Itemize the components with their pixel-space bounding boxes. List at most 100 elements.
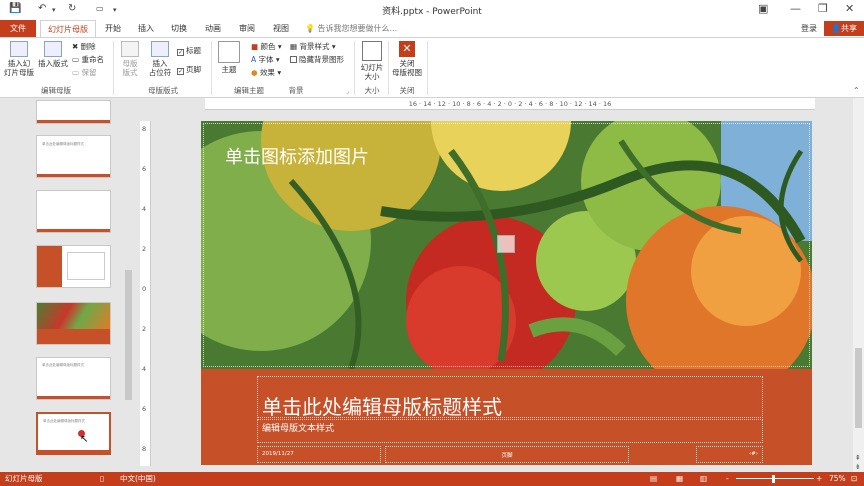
group-close-label: 关闭 xyxy=(399,86,415,95)
dialog-launcher-icon[interactable]: ⌟ xyxy=(346,88,349,95)
theme-button[interactable]: 主题 xyxy=(215,41,243,74)
group-edit-theme-label: 编辑主题 xyxy=(234,86,264,95)
reading-view-icon[interactable]: ▥ xyxy=(700,472,707,486)
prev-slide-icon[interactable]: ⇞ xyxy=(855,454,861,462)
theme-label: 主题 xyxy=(221,65,237,74)
thumbnail-scrollbar[interactable] xyxy=(124,100,133,470)
delete-label: 删除 xyxy=(80,42,96,51)
checkbox-icon xyxy=(290,56,297,63)
scrollbar-thumb[interactable] xyxy=(125,270,132,400)
tab-insert[interactable]: 插入 xyxy=(133,20,159,37)
lightbulb-icon: 💡 xyxy=(305,24,318,33)
date-placeholder[interactable]: 2019/11/27 xyxy=(257,446,381,463)
group-master-layout-label: 母版版式 xyxy=(148,86,178,95)
normal-view-icon[interactable]: ▤ xyxy=(650,472,657,486)
scrollbar-thumb[interactable] xyxy=(855,348,862,428)
insert-layout-label: 插入版式 xyxy=(38,59,68,68)
fonts-label: 字体 xyxy=(258,55,274,64)
insert-master-label: 插入幻 灯片母版 xyxy=(4,59,34,77)
title-placeholder[interactable]: 单击此处编辑母版标题样式 xyxy=(257,376,763,419)
fit-to-window-icon[interactable]: ⊡ xyxy=(851,472,857,486)
slide-thumbnail[interactable]: 单击此处编辑母版标题样式 xyxy=(36,357,111,400)
thumb-band xyxy=(37,229,110,232)
insert-layout-icon xyxy=(44,41,62,57)
thumb-band xyxy=(37,174,110,177)
tab-animations[interactable]: 动画 xyxy=(200,20,226,37)
zoom-out-button[interactable]: - xyxy=(726,472,729,486)
ruler-ticks: 16 · 14 · 12 · 10 · 8 · 6 · 4 · 2 · 0 · … xyxy=(408,100,612,108)
footer-checkbox[interactable]: ✓ 页脚 xyxy=(177,65,201,75)
zoom-level[interactable]: 75% xyxy=(829,472,846,486)
slide-thumbnail-selected[interactable]: 单击此处编辑母版标题样式 xyxy=(36,412,111,455)
colors-label: 颜色 xyxy=(260,42,276,51)
hide-background-label: 隐藏背景图形 xyxy=(299,55,344,64)
spelling-icon[interactable]: ▯ xyxy=(100,472,104,486)
close-icon[interactable]: ✕ xyxy=(845,2,854,15)
background-styles-dropdown[interactable]: ▦ 背景样式 ▾ xyxy=(290,42,336,52)
slide-thumbnail[interactable]: 单击此处编辑母版标题样式 xyxy=(36,135,111,178)
insert-slide-master-button[interactable]: 插入幻 灯片母版 xyxy=(2,41,36,77)
ruler-tick: 2 xyxy=(142,245,147,253)
slide-page-number: ‹#› xyxy=(748,451,758,457)
master-layout-icon xyxy=(121,41,139,57)
tab-file[interactable]: 文件 xyxy=(0,20,36,37)
picture-placeholder[interactable]: 单击图标添加图片 xyxy=(201,121,812,369)
slide-thumbnail[interactable] xyxy=(36,100,111,124)
insert-placeholder-button[interactable]: 插入 占位符 xyxy=(145,41,175,77)
slide-sorter-icon[interactable]: ▦ xyxy=(676,472,683,486)
colors-dropdown[interactable]: ■ 颜色 ▾ xyxy=(251,42,282,52)
next-slide-icon[interactable]: ⇟ xyxy=(855,463,861,471)
close-master-label: 关闭 母版视图 xyxy=(392,59,422,77)
footer-placeholder[interactable]: 页脚 xyxy=(385,446,629,463)
insert-master-icon xyxy=(10,41,28,57)
sign-in-link[interactable]: 登录 xyxy=(801,20,817,37)
subtitle-placeholder[interactable]: 编辑母版文本样式 xyxy=(257,419,763,443)
collapse-ribbon-icon[interactable]: ⌃ xyxy=(853,86,860,95)
slide-thumbnail[interactable] xyxy=(36,190,111,233)
slide-canvas[interactable]: 单击图标添加图片 单击此处编辑母版标题样式 编辑母版文本样式 2019/11/2… xyxy=(201,121,812,465)
restore-icon[interactable]: ❐ xyxy=(818,2,828,15)
status-bar: 幻灯片母版 ▯ 中文(中国) ▤ ▦ ▥ - + 75% ⊡ xyxy=(0,472,864,486)
fonts-icon: A xyxy=(251,55,259,64)
tab-view[interactable]: 视图 xyxy=(268,20,294,37)
page-number-placeholder[interactable]: ‹#› xyxy=(696,446,763,463)
fonts-dropdown[interactable]: A 字体 ▾ xyxy=(251,55,280,65)
zoom-slider[interactable] xyxy=(736,478,814,479)
ribbon-separator xyxy=(211,41,212,95)
master-layout-button[interactable]: 母版 版式 xyxy=(117,41,143,77)
tell-me-box[interactable]: 💡 告诉我您想要做什么... xyxy=(305,20,397,37)
language-label[interactable]: 中文(中国) xyxy=(120,472,156,486)
vertical-ruler: 8 6 4 2 0 2 4 6 8 xyxy=(140,121,151,466)
insert-layout-button[interactable]: 插入版式 xyxy=(37,41,69,68)
zoom-slider-thumb[interactable] xyxy=(772,475,775,483)
main-scrollbar[interactable]: ⇞ ⇟ xyxy=(853,98,864,472)
zoom-in-button[interactable]: + xyxy=(816,472,822,486)
title-checkbox[interactable]: ✓ 标题 xyxy=(177,46,201,56)
slide-size-label: 幻灯片 大小 xyxy=(360,63,384,81)
close-master-view-button[interactable]: ✕ 关闭 母版视图 xyxy=(390,41,424,77)
minimize-icon[interactable]: — xyxy=(790,2,801,15)
delete-button[interactable]: ✖ 删除 xyxy=(72,42,96,52)
tab-review[interactable]: 审阅 xyxy=(234,20,260,37)
thumb-band xyxy=(37,246,62,287)
slide-thumbnail[interactable] xyxy=(36,302,111,345)
window-title: 资料.pptx - PowerPoint xyxy=(382,7,482,17)
effects-dropdown[interactable]: ● 效果 ▾ xyxy=(251,68,281,78)
thumbnail-pane: 单击此处编辑母版标题样式 单击此处编辑母版标题样式 单击此处编辑母版标题样式 ↖ xyxy=(0,98,140,472)
thumb-content xyxy=(67,252,105,280)
slide-size-button[interactable]: 幻灯片 大小 xyxy=(358,41,386,81)
preserve-button[interactable]: ▭ 保留 xyxy=(72,68,96,78)
tab-slide-master[interactable]: 幻灯片母版 xyxy=(40,20,96,37)
rename-button[interactable]: ▭ 重命名 xyxy=(72,55,104,65)
share-button[interactable]: 👤共享 xyxy=(824,21,864,36)
ribbon-display-icon[interactable]: ▣ xyxy=(758,2,768,15)
tab-transitions[interactable]: 切换 xyxy=(166,20,192,37)
close-master-icon: ✕ xyxy=(399,41,415,57)
tab-home[interactable]: 开始 xyxy=(100,20,126,37)
slide-title: 单击此处编辑母版标题样式 xyxy=(262,395,502,419)
ruler-tick: 4 xyxy=(142,205,147,213)
group-edit-master-label: 编辑母版 xyxy=(41,86,71,95)
slide-thumbnail[interactable] xyxy=(36,245,111,288)
thumb-title: 单击此处编辑母版标题样式 xyxy=(42,363,84,367)
hide-background-checkbox[interactable]: 隐藏背景图形 xyxy=(290,55,344,65)
